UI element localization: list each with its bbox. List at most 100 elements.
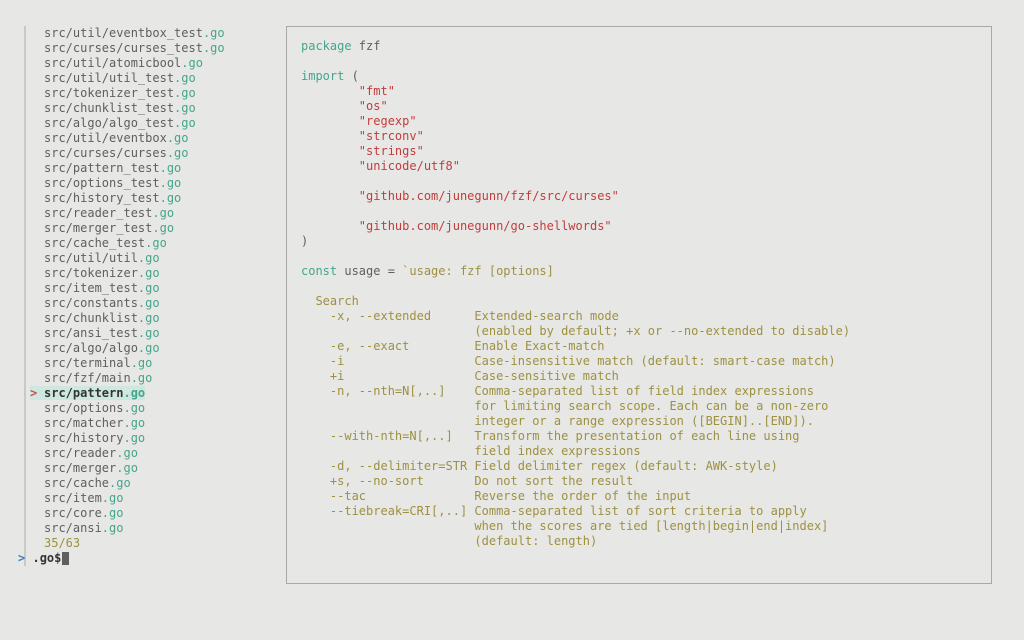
list-item[interactable]: src/chunklist_test.go [30, 101, 254, 116]
item-path: src/terminal [44, 356, 131, 370]
list-item[interactable]: src/reader.go [30, 446, 254, 461]
item-ext-highlight: .go [138, 281, 160, 295]
list-item[interactable]: src/item.go [30, 491, 254, 506]
list-item[interactable]: src/tokenizer.go [30, 266, 254, 281]
list-item[interactable]: src/terminal.go [30, 356, 254, 371]
list-item[interactable]: src/ansi.go [30, 521, 254, 536]
code-line: integer or a range expression ([BEGIN]..… [301, 414, 977, 429]
item-path: src/ansi_test [44, 326, 138, 340]
item-path: src/reader [44, 446, 116, 460]
item-ext-highlight: .go [174, 86, 196, 100]
item-ext-highlight: .go [102, 521, 124, 535]
item-path: src/cache [44, 476, 109, 490]
list-item[interactable]: src/pattern_test.go [30, 161, 254, 176]
list-item[interactable]: src/util/util_test.go [30, 71, 254, 86]
code-line [301, 279, 977, 294]
item-ext-highlight: .go [203, 26, 225, 40]
results-list[interactable]: src/util/eventbox_test.gosrc/curses/curs… [24, 26, 254, 566]
item-ext-highlight: .go [138, 266, 160, 280]
item-ext-highlight: .go [174, 101, 196, 115]
code-line: "unicode/utf8" [301, 159, 977, 174]
list-item[interactable]: src/ansi_test.go [30, 326, 254, 341]
item-ext-highlight: .go [167, 146, 189, 160]
item-ext-highlight: .go [102, 491, 124, 505]
item-ext-highlight: .go [152, 206, 174, 220]
item-ext-highlight: .go [123, 416, 145, 430]
code-line: +i Case-sensitive match [301, 369, 977, 384]
preview-pane: package fzf import ( "fmt" "os" "regexp"… [286, 26, 992, 584]
item-path: src/tokenizer [44, 266, 138, 280]
list-item[interactable]: src/history_test.go [30, 191, 254, 206]
item-path: src/fzf/main [44, 371, 131, 385]
list-item[interactable]: src/fzf/main.go [30, 371, 254, 386]
item-path: src/options [44, 401, 123, 415]
list-item[interactable]: src/options.go [30, 401, 254, 416]
pointer-icon: > [30, 386, 40, 401]
list-item[interactable]: src/util/eventbox_test.go [30, 26, 254, 41]
list-item[interactable]: src/history.go [30, 431, 254, 446]
code-line: package fzf [301, 39, 977, 54]
item-ext-highlight: .go [160, 161, 182, 175]
list-item[interactable]: src/merger.go [30, 461, 254, 476]
list-item[interactable]: src/util/atomicbool.go [30, 56, 254, 71]
code-line [301, 54, 977, 69]
code-line: "fmt" [301, 84, 977, 99]
item-ext-highlight: .go [181, 56, 203, 70]
item-ext-highlight: .go [145, 236, 167, 250]
code-line: "github.com/junegunn/go-shellwords" [301, 219, 977, 234]
list-item[interactable]: src/item_test.go [30, 281, 254, 296]
cursor-icon [62, 552, 69, 565]
list-item[interactable]: src/algo/algo.go [30, 341, 254, 356]
item-path: src/util/eventbox [44, 131, 167, 145]
item-path: src/chunklist [44, 311, 138, 325]
list-item[interactable]: src/chunklist.go [30, 311, 254, 326]
item-ext-highlight: .go [174, 116, 196, 130]
list-item[interactable]: src/curses/curses.go [30, 146, 254, 161]
item-ext-highlight: .go [203, 41, 225, 55]
list-item[interactable]: src/merger_test.go [30, 221, 254, 236]
item-path: src/algo/algo [44, 341, 138, 355]
list-item[interactable]: src/tokenizer_test.go [30, 86, 254, 101]
item-path: src/util/util [44, 251, 138, 265]
code-line: const usage = `usage: fzf [options] [301, 264, 977, 279]
item-ext-highlight: .go [123, 386, 145, 400]
item-ext-highlight: .go [138, 311, 160, 325]
list-item[interactable]: src/cache.go [30, 476, 254, 491]
code-line: "regexp" [301, 114, 977, 129]
item-ext-highlight: .go [138, 341, 160, 355]
item-ext-highlight: .go [138, 251, 160, 265]
list-item[interactable]: src/util/util.go [30, 251, 254, 266]
query-prompt[interactable]: > .go$ [18, 551, 254, 566]
code-line: -i Case-insensitive match (default: smar… [301, 354, 977, 369]
item-path: src/reader_test [44, 206, 152, 220]
prompt-symbol: > [18, 551, 25, 565]
item-path: src/matcher [44, 416, 123, 430]
code-line: when the scores are tied [length|begin|e… [301, 519, 977, 534]
list-item[interactable]: src/matcher.go [30, 416, 254, 431]
item-path: src/item [44, 491, 102, 505]
item-ext-highlight: .go [174, 71, 196, 85]
list-item[interactable]: src/options_test.go [30, 176, 254, 191]
list-item[interactable]: src/curses/curses_test.go [30, 41, 254, 56]
code-line: --tac Reverse the order of the input [301, 489, 977, 504]
code-line: import ( [301, 69, 977, 84]
code-line [301, 204, 977, 219]
item-ext-highlight: .go [102, 506, 124, 520]
item-path: src/algo/algo_test [44, 116, 174, 130]
list-item[interactable]: src/util/eventbox.go [30, 131, 254, 146]
code-line: -x, --extended Extended-search mode [301, 309, 977, 324]
code-line: "os" [301, 99, 977, 114]
item-path: src/ansi [44, 521, 102, 535]
list-item[interactable]: >src/pattern.go [30, 386, 254, 401]
match-count: 35/63 [30, 536, 254, 551]
list-item[interactable]: src/core.go [30, 506, 254, 521]
item-ext-highlight: .go [152, 221, 174, 235]
list-item[interactable]: src/cache_test.go [30, 236, 254, 251]
list-item[interactable]: src/algo/algo_test.go [30, 116, 254, 131]
code-line: +s, --no-sort Do not sort the result [301, 474, 977, 489]
code-line: for limiting search scope. Each can be a… [301, 399, 977, 414]
list-item[interactable]: src/reader_test.go [30, 206, 254, 221]
item-ext-highlight: .go [123, 401, 145, 415]
list-item[interactable]: src/constants.go [30, 296, 254, 311]
query-input[interactable]: .go$ [32, 551, 61, 565]
